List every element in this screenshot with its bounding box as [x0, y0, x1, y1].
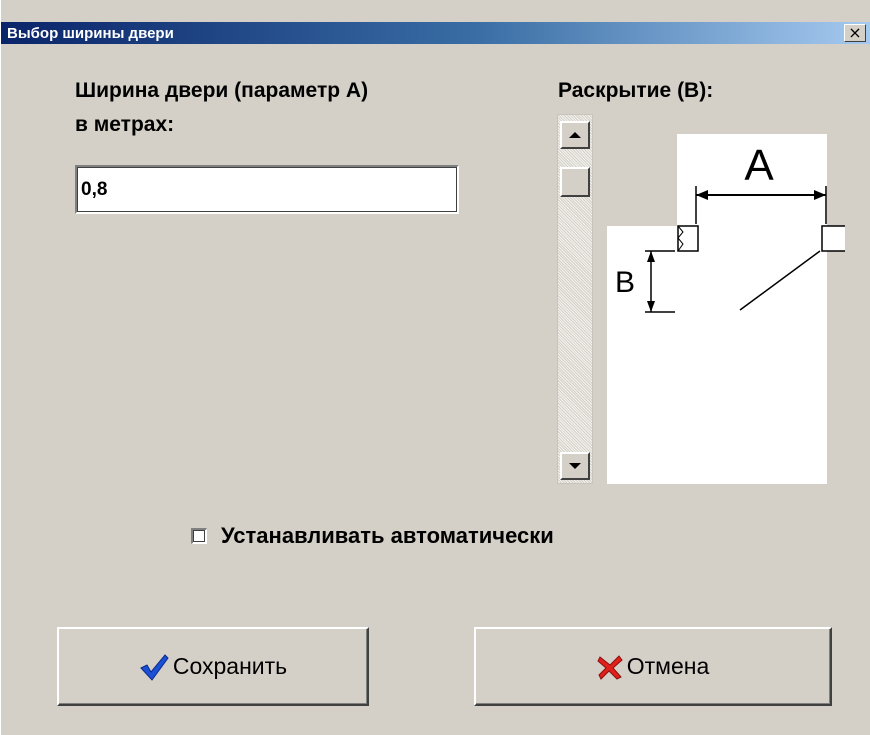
door-width-dialog: Выбор ширины двери × Ширина двери (парам…	[0, 0, 870, 735]
opening-label: Раскрытие (В):	[558, 79, 714, 102]
scroll-up-button[interactable]	[560, 121, 590, 149]
close-icon: ×	[848, 23, 862, 42]
door-width-label: Ширина двери (параметр А) в метрах:	[75, 74, 515, 142]
arrow-down-icon	[569, 463, 581, 469]
door-width-label-line2: в метрах:	[75, 113, 175, 136]
door-width-label-line1: Ширина двери (параметр А)	[75, 79, 369, 102]
door-width-input[interactable]	[75, 165, 459, 214]
scroll-thumb[interactable]	[560, 167, 590, 197]
auto-setting-checkbox[interactable]	[191, 528, 207, 544]
window-title: Выбор ширины двери	[7, 25, 174, 42]
arrow-up-icon	[569, 132, 581, 138]
cancel-button[interactable]: Отмена	[474, 627, 832, 706]
right-door-post	[821, 225, 845, 252]
auto-setting-label[interactable]: Устанавливать автоматически	[221, 523, 554, 549]
auto-setting-row[interactable]: Устанавливать автоматически	[191, 521, 554, 551]
scroll-down-button[interactable]	[560, 452, 590, 480]
diagram-background	[607, 134, 827, 484]
opening-scrollbar[interactable]	[557, 114, 593, 484]
cancel-button-label: Отмена	[626, 653, 710, 679]
save-button[interactable]: Сохранить	[57, 627, 369, 706]
save-button-label: Сохранить	[172, 653, 288, 679]
dimension-b-label: В	[615, 266, 635, 299]
door-diagram-svg: А В	[607, 134, 845, 484]
opening-diagram: А В	[607, 134, 845, 484]
dimension-a-label: А	[744, 141, 774, 190]
cross-icon	[597, 654, 623, 680]
title-bar[interactable]: Выбор ширины двери ×	[1, 22, 870, 44]
checkmark-icon	[139, 653, 169, 681]
close-button[interactable]: ×	[844, 24, 866, 42]
